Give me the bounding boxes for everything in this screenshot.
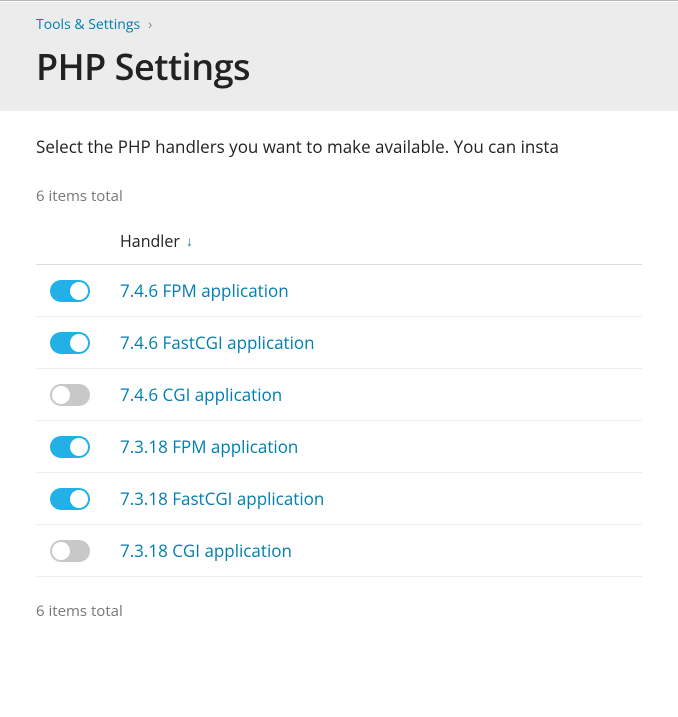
chevron-right-icon: › (148, 15, 152, 34)
toggle-knob (70, 334, 88, 352)
handler-toggle[interactable] (50, 488, 90, 510)
handler-link[interactable]: 7.4.6 FPM application (120, 279, 289, 302)
handler-toggle[interactable] (50, 540, 90, 562)
table-row: 7.4.6 CGI application (36, 369, 642, 421)
toggle-knob (70, 438, 88, 456)
table-row: 7.3.18 CGI application (36, 525, 642, 577)
handler-toggle[interactable] (50, 280, 90, 302)
toggle-knob (52, 542, 70, 560)
handler-link[interactable]: 7.3.18 FPM application (120, 435, 298, 458)
handler-toggle[interactable] (50, 332, 90, 354)
breadcrumb-link-tools-settings[interactable]: Tools & Settings (36, 15, 140, 34)
description-text: Select the PHP handlers you want to make… (36, 135, 642, 158)
handler-link[interactable]: 7.4.6 CGI application (120, 383, 282, 406)
handler-toggle[interactable] (50, 436, 90, 458)
breadcrumb: Tools & Settings › (36, 15, 642, 34)
column-header-label: Handler (120, 230, 180, 252)
handler-toggle[interactable] (50, 384, 90, 406)
toggle-knob (52, 386, 70, 404)
table-row: 7.3.18 FPM application (36, 421, 642, 473)
table-row: 7.4.6 FastCGI application (36, 317, 642, 369)
page-header: Tools & Settings › PHP Settings (0, 0, 678, 111)
content: Select the PHP handlers you want to make… (0, 111, 678, 641)
table-row: 7.4.6 FPM application (36, 265, 642, 317)
table-header: Handler ↓ (36, 230, 642, 265)
sort-ascending-icon: ↓ (186, 232, 193, 251)
items-total-bottom: 6 items total (36, 601, 642, 621)
toggle-knob (70, 490, 88, 508)
table-body: 7.4.6 FPM application 7.4.6 FastCGI appli… (36, 265, 642, 577)
handler-link[interactable]: 7.4.6 FastCGI application (120, 331, 315, 354)
page-title: PHP Settings (36, 42, 642, 91)
table-row: 7.3.18 FastCGI application (36, 473, 642, 525)
handler-link[interactable]: 7.3.18 CGI application (120, 539, 292, 562)
column-header-handler[interactable]: Handler ↓ (120, 230, 193, 252)
toggle-knob (70, 282, 88, 300)
items-total-top: 6 items total (36, 186, 642, 206)
handler-link[interactable]: 7.3.18 FastCGI application (120, 487, 324, 510)
